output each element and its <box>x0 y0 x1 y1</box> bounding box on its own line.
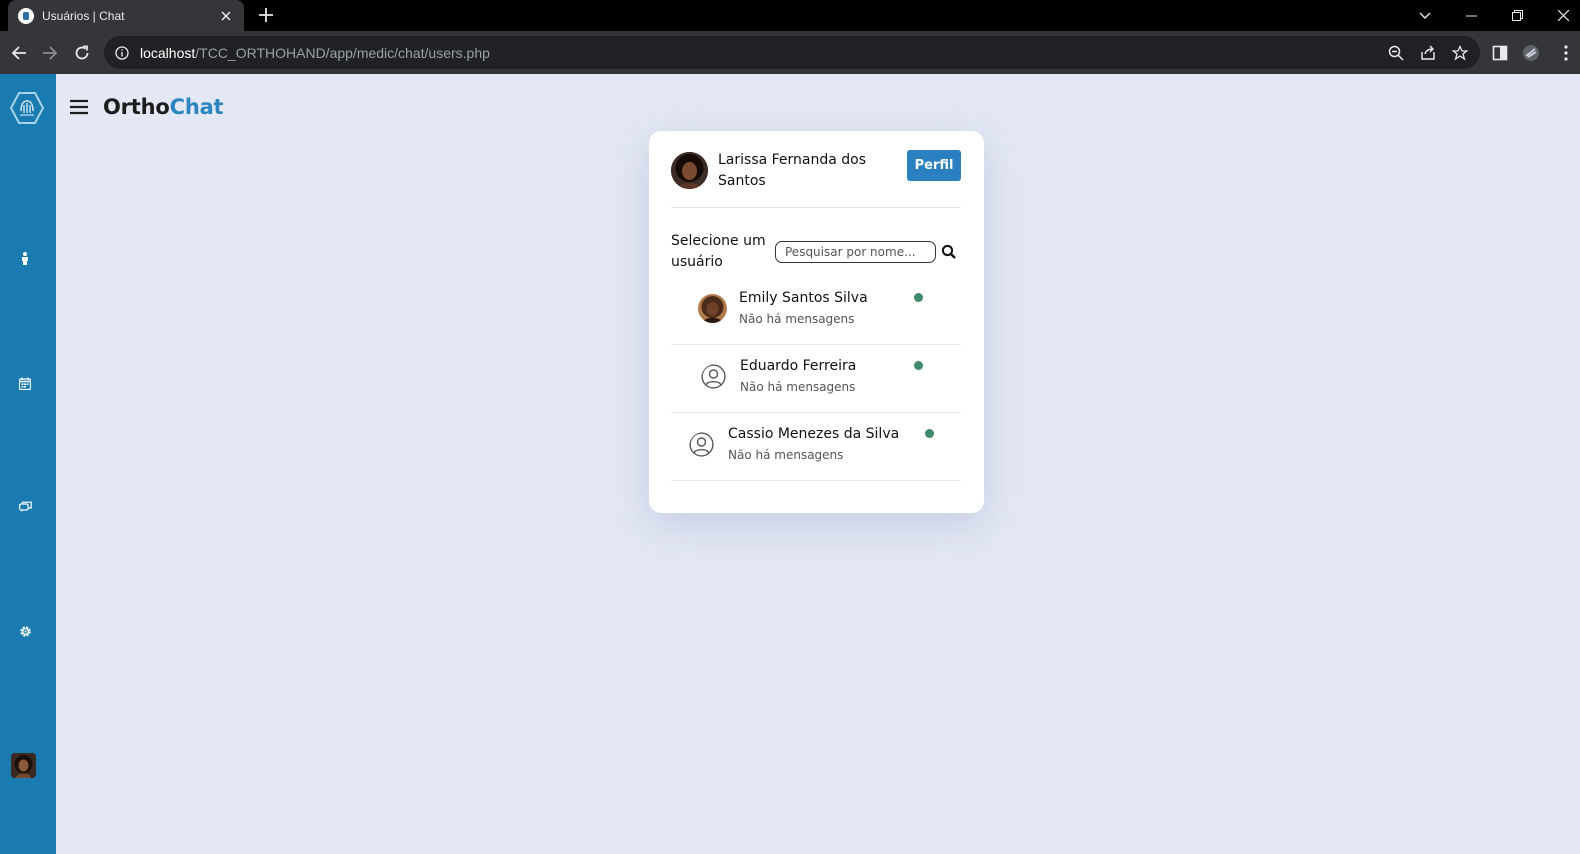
share-icon[interactable] <box>1419 44 1437 62</box>
new-tab-button[interactable] <box>256 4 276 26</box>
tab-search-icon[interactable] <box>1402 0 1448 31</box>
browser-menu-icon[interactable] <box>1552 39 1580 67</box>
minimize-icon[interactable] <box>1448 0 1494 31</box>
user-avatar-photo <box>698 294 727 323</box>
forward-icon[interactable] <box>36 39 64 67</box>
site-info-icon[interactable] <box>114 45 130 61</box>
current-user-avatar <box>671 152 708 189</box>
profile-extension-icon[interactable] <box>1517 39 1545 67</box>
user-list-item-eduardo[interactable]: Eduardo Ferreira Não há mensagens <box>671 345 961 413</box>
restore-icon[interactable] <box>1494 0 1540 31</box>
hamburger-menu-icon[interactable] <box>68 97 90 117</box>
close-tab-icon[interactable] <box>218 8 234 24</box>
header-divider <box>671 207 961 208</box>
bookmark-star-icon[interactable] <box>1451 44 1469 62</box>
url-host: localhost <box>140 44 196 61</box>
online-status-dot <box>914 361 923 370</box>
select-user-label: Selecione um usuário <box>671 233 766 270</box>
user-name: Eduardo Ferreira <box>740 358 857 374</box>
user-list-item-cassio[interactable]: Cassio Menezes da Silva Não há mensagens <box>671 413 961 481</box>
back-icon[interactable] <box>5 39 33 67</box>
user-avatar[interactable] <box>11 753 36 778</box>
calendar-icon[interactable] <box>16 374 34 392</box>
chat-icon[interactable] <box>16 498 34 516</box>
online-status-dot <box>925 429 934 438</box>
user-name: Emily Santos Silva <box>739 290 868 306</box>
current-user-name: Larissa Fernanda dos Santos <box>718 152 867 189</box>
search-icon[interactable] <box>941 244 957 260</box>
search-input[interactable] <box>775 241 936 263</box>
hand-logo-icon[interactable] <box>9 91 45 125</box>
sidebar <box>0 74 56 854</box>
brand-title: OrthoChat <box>103 95 224 119</box>
browser-tab[interactable]: Usuários | Chat <box>8 0 244 31</box>
browser-toolbar: localhost/TCC_ORTHOHAND/app/medic/chat/u… <box>0 31 1580 74</box>
user-last-message: Não há mensagens <box>728 448 844 462</box>
default-user-icon <box>689 432 718 461</box>
reload-icon[interactable] <box>68 39 96 67</box>
address-bar[interactable]: localhost/TCC_ORTHOHAND/app/medic/chat/u… <box>104 36 1480 69</box>
profile-button[interactable]: Perfil <box>907 150 961 181</box>
zoom-icon[interactable] <box>1387 44 1405 62</box>
favicon-icon <box>18 7 34 24</box>
user-list-item-emily[interactable]: Emily Santos Silva Não há mensagens <box>671 277 961 345</box>
tab-title: Usuários | Chat <box>42 8 125 23</box>
brand-part2: Chat <box>169 95 224 119</box>
gear-icon[interactable] <box>16 622 34 640</box>
browser-tabbar: Usuários | Chat <box>0 0 1580 31</box>
close-window-icon[interactable] <box>1540 0 1580 31</box>
user-name: Cassio Menezes da Silva <box>728 426 900 442</box>
default-user-icon <box>701 364 730 393</box>
url-path: /TCC_ORTHOHAND/app/medic/chat/users.php <box>195 44 490 61</box>
user-last-message: Não há mensagens <box>739 312 855 326</box>
user-last-message: Não há mensagens <box>740 380 856 394</box>
person-icon[interactable] <box>16 250 34 268</box>
brand-part1: Ortho <box>103 95 170 119</box>
chat-users-card: Larissa Fernanda dos Santos Perfil Selec… <box>649 131 984 513</box>
online-status-dot <box>914 293 923 302</box>
side-panel-icon[interactable] <box>1486 39 1514 67</box>
